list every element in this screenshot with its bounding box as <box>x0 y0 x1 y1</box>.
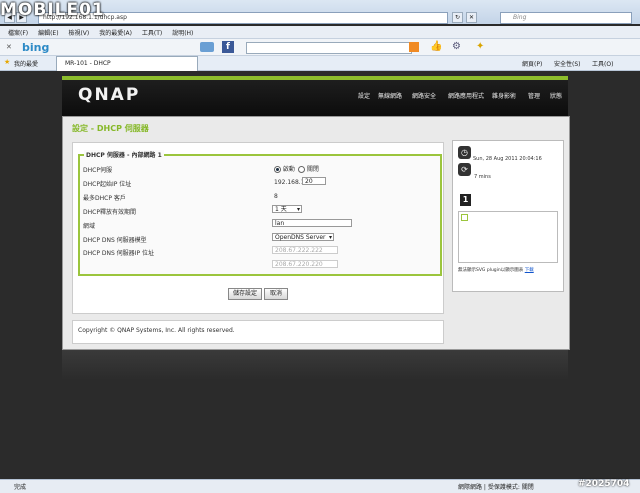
chart-placeholder <box>458 211 558 263</box>
browser-tab[interactable]: MR-101 - DHCP <box>56 56 198 71</box>
clock-icon: ◷ <box>458 146 471 159</box>
nav-security[interactable]: 網路安全 <box>412 91 436 100</box>
dhcp-server-label: DHCP伺服 <box>83 167 112 174</box>
status-text: 完成 <box>14 484 27 491</box>
stop-icon[interactable]: ✕ <box>466 12 477 23</box>
domain-input[interactable]: lan <box>272 219 352 227</box>
star-icon[interactable]: ✦ <box>476 41 484 52</box>
nav-status[interactable]: 狀態 <box>550 91 562 100</box>
nav-extra[interactable]: 雜身影術 <box>492 91 516 100</box>
mail-icon[interactable] <box>200 42 214 52</box>
browser-search-input[interactable]: Bing <box>500 12 632 24</box>
dhcp-off-label: 關閉 <box>306 166 319 173</box>
menu-bar: 檔案(F) 編輯(E) 檢視(V) 我的最愛(A) 工具(T) 說明(H) <box>0 26 640 39</box>
tool-tools[interactable]: 工具(O) <box>592 59 613 68</box>
dns-mode-value: OpenDNS Server <box>275 234 326 241</box>
dns-ip-2-input[interactable]: 208.67.220.220 <box>272 260 338 268</box>
tool-page[interactable]: 網頁(P) <box>522 59 542 68</box>
page-title: 設定 - DHCP 伺服器 <box>72 124 149 133</box>
menu-tools[interactable]: 工具(T) <box>142 30 162 37</box>
fieldset-legend: DHCP 伺服器 - 內部網路 1 <box>84 150 164 159</box>
browser-search-placeholder: Bing <box>513 14 527 21</box>
close-toolbar-icon[interactable]: ✕ <box>6 43 12 51</box>
uptime-icon: ⟳ <box>458 163 471 176</box>
start-ip-input[interactable]: 20 <box>302 177 326 185</box>
plugin-text: 無法顯示SVG plugin以顯示圖表 <box>458 268 524 273</box>
status-bar <box>0 479 640 493</box>
lease-value: 1 天 <box>275 206 287 213</box>
menu-help[interactable]: 說明(H) <box>172 30 193 37</box>
qnap-logo: QNAP <box>78 85 141 105</box>
dhcp-off-option[interactable]: 關閉 <box>298 164 319 173</box>
uptime-text: 7 mins <box>474 174 491 180</box>
radio-on[interactable] <box>274 166 281 173</box>
chevron-down-icon: ▾ <box>296 206 300 213</box>
radio-off[interactable] <box>298 166 305 173</box>
max-clients-value: 8 <box>274 193 278 200</box>
chevron-down-icon: ▾ <box>328 234 332 241</box>
search-icon[interactable] <box>409 42 419 52</box>
save-button[interactable]: 儲存設定 <box>228 288 262 300</box>
mobile01-watermark: MOBILE01 <box>0 0 105 20</box>
share-icon[interactable]: ⚙ <box>452 41 461 52</box>
lease-select[interactable]: 1 天 ▾ <box>272 205 302 213</box>
menu-file[interactable]: 檔案(F) <box>8 30 28 37</box>
start-ip-label: DHCP起始IP 位址 <box>83 181 132 188</box>
dns-ip-label: DHCP DNS 伺服器IP 位址 <box>83 250 154 257</box>
nav-wireless[interactable]: 無線網路 <box>378 91 402 100</box>
copyright-text: Copyright © QNAP Systems, Inc. All right… <box>78 327 235 334</box>
plugin-download-link[interactable]: 下載 <box>525 268 534 273</box>
like-icon[interactable]: 👍 <box>430 41 442 52</box>
cancel-button[interactable]: 取消 <box>264 288 288 300</box>
dns-mode-label: DHCP DNS 伺服器模型 <box>83 237 147 244</box>
plugin-notice: 無法顯示SVG plugin以顯示圖表 下載 <box>458 267 534 273</box>
favorites-label[interactable]: 我的最愛 <box>14 59 38 68</box>
device-count-badge: 1 <box>460 194 471 206</box>
refresh-icon[interactable]: ↻ <box>452 12 463 23</box>
nav-apps[interactable]: 網路應用程式 <box>448 91 484 100</box>
dns-mode-select[interactable]: OpenDNS Server ▾ <box>272 233 334 241</box>
favorites-star-icon[interactable]: ★ <box>4 58 10 66</box>
zone-text: 網際網路 | 受保護模式: 關閉 <box>458 484 534 491</box>
nav-settings[interactable]: 設定 <box>358 91 370 100</box>
domain-label: 網域 <box>83 223 96 230</box>
tab-title: MR-101 - DHCP <box>65 60 111 67</box>
lease-label: DHCP釋放有效期間 <box>83 209 136 216</box>
bing-search-input[interactable] <box>246 42 412 54</box>
facebook-icon[interactable]: f <box>222 41 234 53</box>
menu-edit[interactable]: 編輯(E) <box>38 30 58 37</box>
dhcp-on-label: 啟動 <box>282 166 295 173</box>
max-clients-label: 最多DHCP 客戶 <box>83 195 126 202</box>
datetime-text: Sun, 28 Aug 2011 20:04:16 <box>473 156 542 162</box>
menu-favorites[interactable]: 我的最愛(A) <box>99 30 132 37</box>
nav-admin[interactable]: 管理 <box>528 91 540 100</box>
dhcp-on-option[interactable]: 啟動 <box>274 164 295 173</box>
bing-logo: bing <box>22 41 50 54</box>
dns-ip-1-input[interactable]: 208.67.222.222 <box>272 246 338 254</box>
menu-view[interactable]: 檢視(V) <box>68 30 89 37</box>
plugin-icon <box>461 214 468 221</box>
page-shadow <box>62 350 568 380</box>
tool-security[interactable]: 安全性(S) <box>554 59 581 68</box>
watermark-id: #2025704 <box>578 479 630 489</box>
